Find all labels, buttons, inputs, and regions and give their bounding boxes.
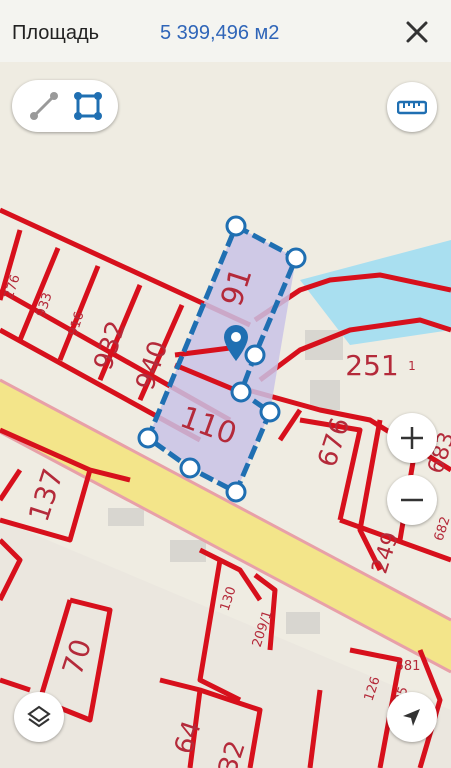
- polygon-tool-icon[interactable]: [70, 88, 106, 124]
- navigation-arrow-icon: [400, 705, 424, 729]
- measure-header: Площадь 5 399,496 м2: [0, 0, 451, 62]
- measure-title: Площадь: [12, 22, 100, 44]
- close-icon[interactable]: [404, 19, 430, 45]
- parcel-label: 581: [396, 659, 421, 674]
- locate-button[interactable]: [387, 692, 437, 742]
- parcel-label: 251: [345, 349, 398, 382]
- parcel-label: 1: [408, 359, 416, 373]
- ruler-icon: [397, 99, 427, 115]
- zoom-out-button[interactable]: [387, 475, 437, 525]
- area-value: 5 399,496 м2: [160, 22, 280, 44]
- minus-icon: [399, 487, 425, 513]
- layers-button[interactable]: [14, 692, 64, 742]
- measure-mode-toggle: [12, 80, 118, 132]
- plus-icon: [399, 425, 425, 451]
- layers-icon: [26, 704, 52, 730]
- line-tool-icon[interactable]: [26, 88, 62, 124]
- zoom-in-button[interactable]: [387, 413, 437, 463]
- ruler-button[interactable]: [387, 82, 437, 132]
